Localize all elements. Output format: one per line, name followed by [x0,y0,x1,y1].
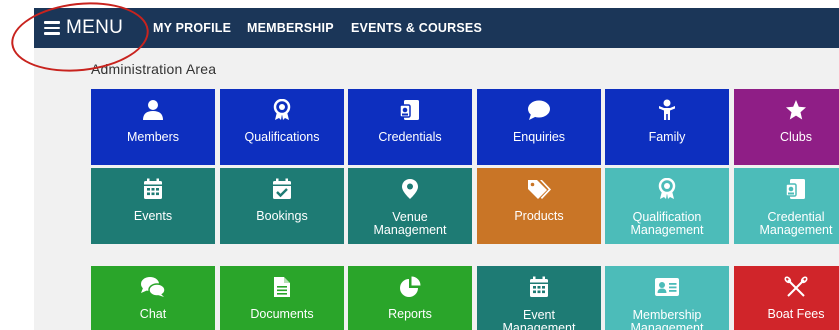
tile-label: Membership Management [630,308,704,330]
nav-membership[interactable]: MEMBERSHIP [247,8,334,48]
id-card-icon [348,99,472,121]
chat-bubble-icon [477,99,601,121]
child-icon [605,99,729,121]
top-navigation-bar: MENU MY PROFILE MEMBERSHIP EVENTS & COUR… [34,8,839,48]
tile-label: Enquiries [512,130,566,144]
page: MENU MY PROFILE MEMBERSHIP EVENTS & COUR… [34,8,839,330]
document-icon [220,276,344,298]
tile-label: Credentials [378,130,442,144]
tile-qualification-management[interactable]: Qualification Management [605,168,729,244]
calendar-icon [91,178,215,200]
map-pin-icon [348,178,472,200]
address-card-icon [605,276,729,298]
tile-reports[interactable]: Reports [348,266,472,330]
tile-events[interactable]: Events [91,168,215,244]
star-icon [734,99,839,121]
nav-my-profile[interactable]: MY PROFILE [153,8,231,48]
tile-clubs[interactable]: Clubs [734,89,839,165]
pie-chart-icon [348,276,472,298]
tile-venue-management[interactable]: Venue Management [348,168,472,244]
tile-enquiries[interactable]: Enquiries [477,89,601,165]
tile-event-management[interactable]: Event Management [477,266,601,330]
tile-label: Events [133,209,173,223]
chat-icon [91,276,215,298]
award-icon [605,178,729,200]
tile-label: Event Management [502,308,576,330]
tile-label: Products [514,209,564,223]
tile-credential-management[interactable]: Credential Management [734,168,839,244]
tile-members[interactable]: Members [91,89,215,165]
tile-label: Documents [250,307,314,321]
id-card-icon [734,178,839,200]
calendar-check-icon [220,178,344,200]
tile-label: Credential Management [759,210,833,237]
tile-label: Members [126,130,180,144]
tile-label: Bookings [256,209,308,223]
tags-icon [477,178,601,200]
tile-credentials[interactable]: Credentials [348,89,472,165]
tile-qualifications[interactable]: Qualifications [220,89,344,165]
tile-products[interactable]: Products [477,168,601,244]
tile-chat[interactable]: Chat [91,266,215,330]
tile-label: Boat Fees [767,307,825,321]
tile-bookings[interactable]: Bookings [220,168,344,244]
tile-label: Qualifications [244,130,320,144]
tile-boat-fees[interactable]: Boat Fees [734,266,839,330]
calendar-icon [477,276,601,298]
tile-label: Clubs [780,130,812,144]
tile-label: Chat [139,307,167,321]
tile-membership-management[interactable]: Membership Management [605,266,729,330]
tile-label: Qualification Management [630,210,704,237]
nav-events-courses[interactable]: EVENTS & COURSES [351,8,482,48]
crossed-oars-icon [734,276,839,298]
tile-label: Reports [388,307,432,321]
tile-label: Venue Management [373,210,447,237]
award-icon [220,99,344,121]
tile-documents[interactable]: Documents [220,266,344,330]
person-icon [91,99,215,121]
tile-label: Family [648,130,686,144]
tile-family[interactable]: Family [605,89,729,165]
